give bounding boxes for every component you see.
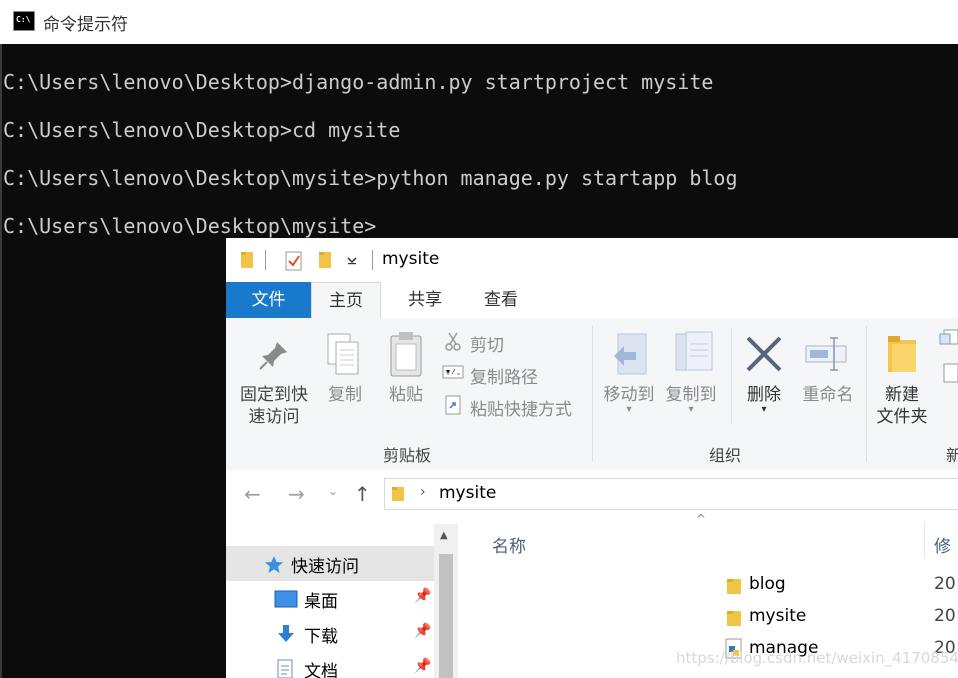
nav-scrollbar[interactable]: ▲ bbox=[434, 524, 458, 678]
properties-icon[interactable] bbox=[284, 250, 304, 272]
move-to-button[interactable]: 移动到 ▾ bbox=[598, 384, 660, 415]
rename-icon bbox=[805, 337, 847, 371]
address-bar[interactable]: › mysite bbox=[384, 478, 958, 510]
rename-button[interactable]: 重命名 bbox=[792, 384, 864, 406]
pin-icon[interactable]: 📌 bbox=[414, 658, 431, 674]
group-separator bbox=[592, 326, 593, 462]
pin-quick-access-button[interactable]: 固定到快 速访问 bbox=[234, 384, 314, 428]
nav-item-downloads[interactable]: 下载 📌 bbox=[226, 617, 434, 651]
folder-icon bbox=[727, 579, 741, 594]
ribbon-home: 固定到快 速访问 复制 粘贴 剪切 复制路径 粘贴快捷方式 剪贴板 移动到 ▾ 复… bbox=[226, 318, 958, 471]
window-title: mysite bbox=[382, 249, 440, 269]
file-name[interactable]: blog bbox=[749, 574, 786, 594]
copy-to-button[interactable]: 复制到 ▾ bbox=[660, 384, 722, 415]
cut-button[interactable]: 剪切 bbox=[470, 331, 504, 356]
watermark: https://blog.csdn.net/weixin_41708548 bbox=[676, 649, 958, 667]
file-date: 20 bbox=[934, 574, 956, 594]
scroll-up-icon[interactable]: ▲ bbox=[440, 530, 448, 541]
chevron-down-icon[interactable] bbox=[347, 257, 357, 265]
cmd-window-title: 命令提示符 bbox=[43, 15, 128, 35]
folder-icon bbox=[392, 487, 404, 501]
column-header-name[interactable]: 名称 bbox=[492, 532, 526, 557]
nav-item-desktop[interactable]: 桌面 📌 bbox=[226, 582, 434, 616]
separator bbox=[372, 250, 373, 270]
cmd-titlebar: C:\ 命令提示符 bbox=[0, 0, 958, 44]
chevron-down-icon: ▾ bbox=[688, 404, 694, 415]
separator bbox=[265, 250, 266, 270]
navigation-pane: 快速访问 桌面 📌 下载 📌 文档 📌 ▲ bbox=[226, 516, 458, 678]
chevron-down-icon[interactable]: ⌄ bbox=[328, 484, 338, 498]
tab-file[interactable]: 文件 bbox=[226, 282, 311, 318]
cmd-line: C:\Users\lenovo\Desktop>django-admin.py … bbox=[3, 70, 714, 94]
pin-icon[interactable]: 📌 bbox=[414, 623, 431, 639]
back-button[interactable]: ← bbox=[244, 482, 261, 506]
tab-share[interactable]: 共享 bbox=[396, 282, 454, 318]
explorer-titlebar: mysite bbox=[226, 238, 958, 282]
group-label-new: 新 bbox=[946, 446, 958, 465]
nav-label: 文档 bbox=[304, 662, 338, 678]
nav-item-quick-access[interactable]: 快速访问 bbox=[226, 546, 434, 581]
column-divider[interactable] bbox=[924, 522, 925, 558]
star-icon bbox=[265, 556, 283, 573]
copy-to-icon bbox=[675, 331, 713, 371]
pin-icon bbox=[259, 342, 287, 370]
pin-icon[interactable]: 📌 bbox=[414, 588, 431, 604]
cmd-line: C:\Users\lenovo\Desktop\mysite>python ma… bbox=[3, 166, 738, 190]
address-bar-row: ← → ⌄ ↑ › mysite bbox=[226, 470, 958, 516]
paste-button[interactable]: 粘贴 bbox=[381, 384, 431, 406]
file-name[interactable]: mysite bbox=[749, 606, 806, 626]
group-label-clipboard: 剪贴板 bbox=[383, 446, 432, 465]
up-button[interactable]: ↑ bbox=[354, 482, 371, 506]
nav-item-documents[interactable]: 文档 📌 bbox=[226, 652, 434, 678]
scissors-icon bbox=[445, 332, 461, 351]
chevron-down-icon: ▾ bbox=[626, 404, 632, 415]
chevron-down-icon: ▾ bbox=[761, 404, 767, 415]
nav-label: 快速访问 bbox=[291, 557, 359, 577]
forward-button[interactable]: → bbox=[288, 482, 305, 506]
document-icon bbox=[277, 659, 293, 678]
desktop-icon bbox=[274, 590, 298, 608]
paste-icon bbox=[390, 332, 422, 377]
move-to-icon bbox=[614, 333, 647, 375]
separator bbox=[731, 328, 732, 424]
new-folder-button[interactable]: 新建 文件夹 bbox=[872, 384, 932, 428]
sort-ascending-icon: ^ bbox=[696, 512, 707, 526]
tab-view[interactable]: 查看 bbox=[472, 282, 530, 318]
address-path[interactable]: mysite bbox=[439, 483, 496, 503]
delete-button[interactable]: 删除 ▾ bbox=[736, 384, 792, 415]
paste-shortcut-icon bbox=[445, 395, 461, 415]
cmd-prompt: C:\Users\lenovo\Desktop\mysite> bbox=[3, 214, 377, 238]
copy-path-button[interactable]: 复制路径 bbox=[470, 363, 538, 388]
copy-icon bbox=[327, 333, 359, 375]
group-separator bbox=[866, 326, 867, 462]
download-icon bbox=[278, 625, 294, 642]
file-date: 20 bbox=[934, 606, 956, 626]
paste-shortcut-button[interactable]: 粘贴快捷方式 bbox=[470, 395, 572, 420]
easy-access-icon[interactable] bbox=[938, 362, 958, 384]
new-folder-icon[interactable] bbox=[318, 250, 332, 270]
new-folder-icon bbox=[888, 336, 916, 372]
cmd-border bbox=[0, 44, 2, 678]
file-explorer-window: mysite 文件 主页 共享 查看 固定到快 速访问 复制 粘贴 剪切 复制路… bbox=[226, 238, 958, 678]
nav-label: 桌面 bbox=[304, 592, 338, 612]
column-header-modified[interactable]: 修 bbox=[934, 532, 951, 557]
scrollbar-thumb[interactable] bbox=[439, 554, 453, 678]
group-label-organize: 组织 bbox=[709, 446, 742, 465]
copy-button[interactable]: 复制 bbox=[320, 384, 370, 406]
tab-home[interactable]: 主页 bbox=[311, 282, 381, 319]
new-item-icon[interactable] bbox=[938, 328, 958, 348]
ribbon-tabs: 文件 主页 共享 查看 bbox=[226, 282, 958, 319]
chevron-right-icon[interactable]: › bbox=[420, 484, 426, 500]
cmd-line: C:\Users\lenovo\Desktop>cd mysite bbox=[3, 118, 401, 142]
cmd-icon: C:\ bbox=[13, 11, 35, 31]
copy-path-icon bbox=[442, 365, 464, 379]
folder-icon bbox=[727, 611, 741, 626]
nav-label: 下载 bbox=[304, 627, 338, 647]
delete-icon bbox=[746, 336, 782, 372]
folder-icon bbox=[241, 252, 253, 268]
